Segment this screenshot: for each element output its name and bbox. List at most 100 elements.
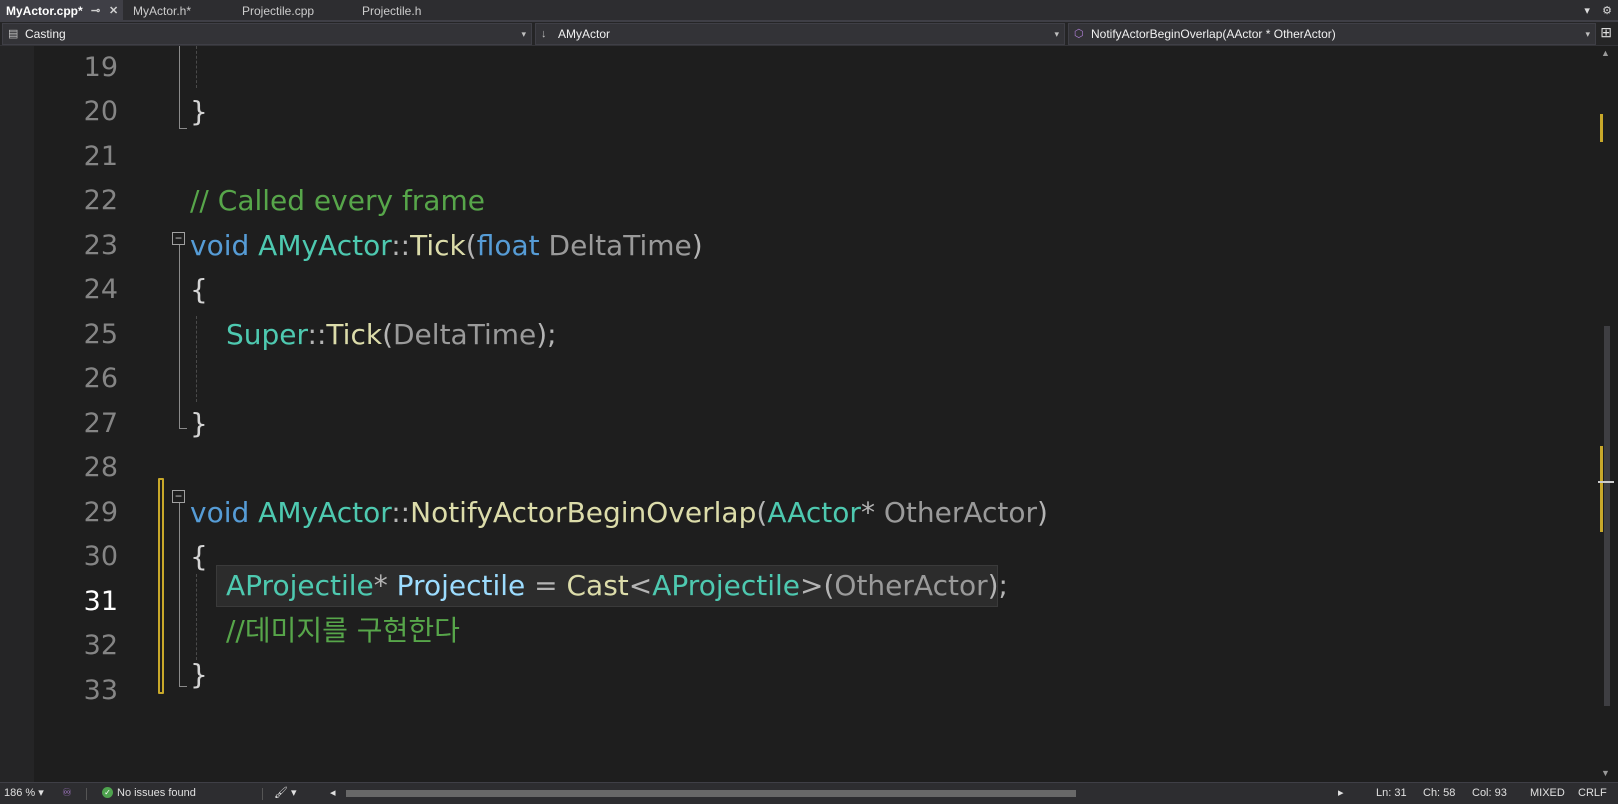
line-indicator[interactable]: Ln: 31: [1376, 783, 1407, 804]
caret-position-marker: [1598, 481, 1614, 483]
token-class: Super: [226, 318, 308, 351]
issues-label: No issues found: [117, 787, 196, 799]
collapse-tick-icon[interactable]: −: [172, 232, 185, 245]
pin-icon[interactable]: ⊸: [91, 0, 100, 22]
horizontal-scrollbar[interactable]: [340, 789, 1345, 798]
token-class: AMyActor: [258, 496, 392, 529]
fold-outline: [179, 245, 180, 428]
member-dropdown[interactable]: ⬡ NotifyActorBeginOverlap(AActor * Other…: [1068, 23, 1596, 45]
fold-outline: [179, 503, 180, 686]
scroll-left-icon[interactable]: ◂: [330, 783, 336, 804]
token-paren: (: [823, 569, 835, 602]
line-number: 25: [83, 319, 118, 350]
token-paren: );: [987, 569, 1008, 602]
fold-outline-end: [179, 428, 187, 429]
collapse-overlap-icon[interactable]: −: [172, 490, 185, 503]
token-pointer: *: [373, 569, 388, 602]
change-marker: [1600, 114, 1603, 142]
chevron-down-icon: ▾: [1054, 29, 1059, 39]
scrollbar-thumb[interactable]: [346, 790, 1076, 797]
scroll-right-icon[interactable]: ▸: [1338, 783, 1344, 804]
line-number: 21: [83, 141, 118, 172]
fold-outline: [179, 46, 180, 128]
line-number: 26: [83, 363, 118, 394]
code-line-30: {: [190, 540, 208, 573]
brush-icon: 🖌: [274, 787, 288, 799]
token-paren: ): [1037, 496, 1048, 529]
code-line-22: // Called every frame: [190, 184, 485, 217]
issues-indicator[interactable]: ✓ No issues found: [102, 783, 196, 804]
navigation-bar: ▤ Casting ▾ ↓ AMyActor ▾ ⬡ NotifyActorBe…: [0, 22, 1618, 46]
fold-outline-end: [179, 686, 187, 687]
column-indicator[interactable]: Col: 93: [1472, 783, 1507, 804]
token-angle: >: [800, 569, 824, 602]
settings-icon[interactable]: ⚙: [1602, 5, 1612, 17]
scrollbar-thumb[interactable]: [1604, 326, 1610, 706]
line-number: 22: [83, 185, 118, 216]
line-number: 27: [83, 408, 118, 439]
fold-outline-end: [179, 128, 187, 129]
line-number: 23: [83, 230, 118, 261]
token-keyword: void: [190, 229, 250, 262]
divider: [262, 788, 263, 800]
line-number: 33: [83, 675, 118, 706]
token-pointer: *: [860, 496, 875, 529]
scroll-up-icon[interactable]: ▲: [1601, 48, 1610, 58]
scope-label: AMyActor: [558, 27, 611, 41]
scroll-down-icon[interactable]: ▼: [1601, 768, 1610, 778]
scope-icon: ↓: [541, 28, 547, 40]
token-function: Tick: [326, 318, 383, 351]
project-label: Casting: [25, 27, 66, 41]
token-paren: (: [465, 229, 477, 262]
chevron-down-icon: ▾: [521, 29, 526, 39]
tab-overflow-icon[interactable]: ▾: [1584, 5, 1590, 17]
method-icon: ⬡: [1074, 28, 1084, 40]
scope-dropdown[interactable]: ↓ AMyActor ▾: [535, 23, 1065, 45]
indent-guide: [196, 316, 197, 402]
code-editor[interactable]: 19 20 21 22 23 24 25 26 27 28 29 30 31 3…: [0, 46, 1618, 782]
token-operator: =: [525, 569, 567, 602]
change-marker: [1600, 446, 1603, 532]
vertical-scrollbar[interactable]: ▲ ▼: [1596, 46, 1618, 782]
token-param: DeltaTime: [393, 318, 537, 351]
status-bar: 186 % ▾ ♾ ✓ No issues found 🖌 ▾ ◂ ▸ Ln: 3…: [0, 782, 1618, 804]
indent-guide: [196, 574, 197, 660]
close-icon[interactable]: ✕: [109, 0, 118, 22]
code-line-20: }: [190, 95, 208, 128]
token-paren: );: [536, 318, 557, 351]
code-line-27: }: [190, 407, 208, 440]
line-number-current: 31: [83, 586, 118, 617]
indent-mode[interactable]: MIXED: [1530, 783, 1565, 804]
tab-projectile-cpp[interactable]: Projectile.cpp: [236, 0, 346, 22]
line-number: 29: [83, 497, 118, 528]
project-dropdown[interactable]: ▤ Casting ▾: [2, 23, 532, 45]
code-cleanup-icon[interactable]: 🖌 ▾: [274, 783, 297, 804]
token-type: AProjectile: [226, 569, 374, 602]
document-tab-bar: MyActor.cpp* ⊸ ✕ MyActor.h* Projectile.c…: [0, 0, 1618, 22]
code-line-32: //데미지를 구현한다: [226, 614, 460, 647]
editor-margin: [0, 46, 34, 782]
token-function: NotifyActorBeginOverlap: [410, 496, 757, 529]
change-marker: [158, 478, 164, 694]
split-window-icon[interactable]: ⊞: [1600, 24, 1612, 41]
indent-guide: [196, 46, 197, 88]
tab-projectile-h[interactable]: Projectile.h: [356, 0, 456, 22]
line-number: 20: [83, 96, 118, 127]
zoom-value: 186 %: [4, 787, 36, 799]
tab-myactor-h[interactable]: MyActor.h*: [127, 0, 227, 22]
token-paren: ): [691, 229, 703, 262]
copilot-icon[interactable]: ♾: [62, 783, 72, 804]
token-type: AProjectile: [652, 569, 800, 602]
token-function: Cast: [566, 569, 629, 602]
token-scope: ::: [391, 229, 411, 262]
token-paren: (: [756, 496, 768, 529]
tab-label: Projectile.h: [362, 4, 422, 18]
tab-label: Projectile.cpp: [242, 4, 315, 18]
char-indicator[interactable]: Ch: 58: [1423, 783, 1455, 804]
line-number: 19: [83, 52, 118, 83]
tab-myactor-cpp[interactable]: MyActor.cpp* ⊸ ✕: [0, 0, 123, 22]
line-ending[interactable]: CRLF: [1578, 783, 1607, 804]
token-scope: ::: [391, 496, 411, 529]
tab-bar-controls: ▾ ⚙: [1584, 0, 1612, 22]
zoom-level[interactable]: 186 % ▾: [4, 783, 44, 804]
